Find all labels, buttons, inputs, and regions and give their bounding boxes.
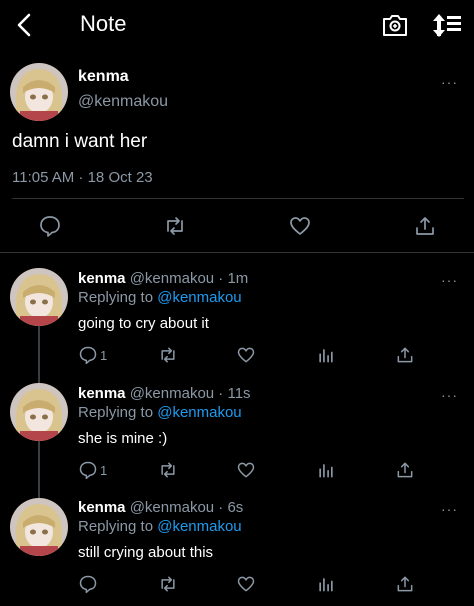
reply-header[interactable]: kenma @kenmakou · 6s	[78, 499, 243, 516]
share-icon[interactable]	[395, 345, 415, 365]
share-icon[interactable]	[395, 460, 415, 480]
tweet-text: going to cry about it	[78, 315, 209, 332]
reply-icon[interactable]	[78, 574, 98, 594]
share-icon[interactable]	[395, 574, 415, 594]
like-icon[interactable]	[236, 460, 256, 480]
retweet-icon[interactable]	[158, 460, 178, 480]
avatar[interactable]	[10, 63, 68, 121]
divider	[12, 198, 464, 199]
replying-to: Replying to @kenmakou	[78, 289, 242, 306]
reply-count: 1	[100, 463, 108, 478]
author-handle-time: @kenmakou · 1m	[129, 270, 249, 287]
author-handle-time: @kenmakou · 6s	[129, 499, 244, 516]
reply-icon[interactable]	[78, 345, 98, 365]
retweet-icon[interactable]	[158, 574, 178, 594]
reply-icon[interactable]	[38, 214, 62, 238]
more-options-icon[interactable]: ···	[441, 501, 458, 517]
analytics-icon[interactable]	[316, 345, 336, 365]
reply-icon[interactable]	[78, 460, 98, 480]
replying-to: Replying to @kenmakou	[78, 404, 242, 421]
mention-link[interactable]: @kenmakou	[157, 518, 241, 535]
tweet-timestamp: 11:05 AM · 18 Oct 23	[12, 169, 153, 186]
avatar[interactable]	[10, 383, 68, 441]
replying-to-label: Replying to	[78, 404, 158, 421]
mention-link[interactable]: @kenmakou	[157, 289, 241, 306]
avatar[interactable]	[10, 268, 68, 326]
share-icon[interactable]	[413, 214, 437, 238]
replying-to-label: Replying to	[78, 518, 158, 535]
mention-link[interactable]: @kenmakou	[157, 404, 241, 421]
top-bar: Note	[0, 0, 474, 50]
analytics-icon[interactable]	[316, 574, 336, 594]
author-name[interactable]: kenma	[78, 270, 126, 287]
like-icon[interactable]	[236, 574, 256, 594]
reply-count: 1	[100, 348, 108, 363]
retweet-icon[interactable]	[158, 345, 178, 365]
divider	[0, 252, 474, 253]
like-icon[interactable]	[236, 345, 256, 365]
chevron-left-icon[interactable]	[10, 10, 40, 40]
thread-line	[38, 325, 40, 385]
like-icon[interactable]	[288, 214, 312, 238]
avatar[interactable]	[10, 498, 68, 556]
more-options-icon[interactable]: ···	[441, 272, 458, 288]
reply-header[interactable]: kenma @kenmakou · 1m	[78, 270, 248, 287]
replying-to-label: Replying to	[78, 289, 158, 306]
more-options-icon[interactable]: ···	[441, 74, 458, 90]
tweet-text: damn i want her	[12, 131, 148, 152]
tweet-text: still crying about this	[78, 544, 214, 561]
more-options-icon[interactable]: ···	[441, 387, 458, 403]
sort-arrows-icon[interactable]	[430, 10, 464, 40]
author-name[interactable]: kenma	[78, 499, 126, 516]
tweet-text: she is mine :)	[78, 430, 168, 447]
analytics-icon[interactable]	[316, 460, 336, 480]
replying-to: Replying to @kenmakou	[78, 518, 242, 535]
author-handle-time: @kenmakou · 11s	[129, 385, 251, 402]
author-handle[interactable]: @kenmakou	[78, 93, 168, 111]
thread-line	[38, 440, 40, 500]
author-name[interactable]: kenma	[78, 385, 126, 402]
camera-icon[interactable]	[380, 10, 410, 40]
retweet-icon[interactable]	[163, 214, 187, 238]
reply-header[interactable]: kenma @kenmakou · 11s	[78, 385, 251, 402]
page-title: Note	[80, 11, 127, 36]
author-name[interactable]: kenma	[78, 68, 129, 86]
